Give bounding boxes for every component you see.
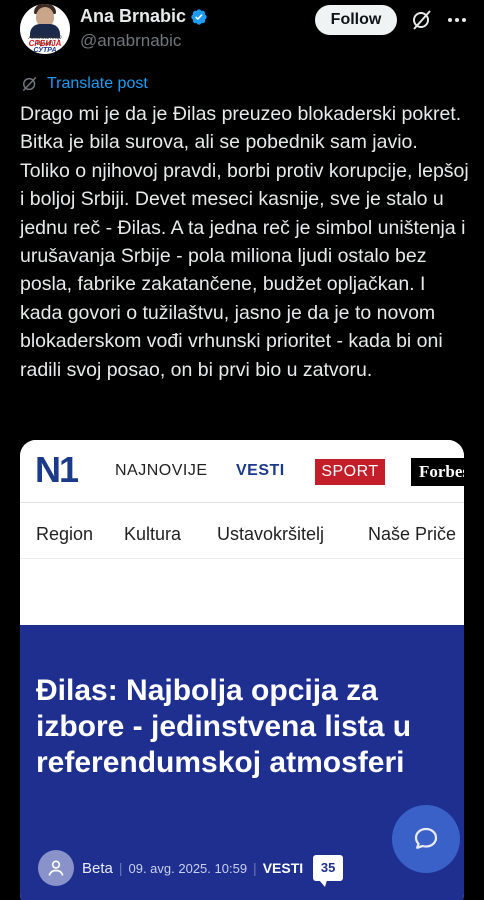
follow-button[interactable]: Follow: [315, 5, 397, 35]
article-date: 09. avg. 2025. 10:59: [128, 860, 248, 876]
divider: [20, 558, 464, 559]
nav-najnovije[interactable]: NAJNOVIJE: [115, 462, 208, 480]
grok-translate-icon: [22, 76, 37, 92]
translate-post-link[interactable]: Translate post: [20, 74, 148, 94]
nav-region[interactable]: Region: [36, 524, 93, 545]
grok-icon[interactable]: [410, 8, 434, 32]
avatar[interactable]: Александар Вучић СРБИЈА СУТРА: [20, 4, 70, 54]
user-handle[interactable]: @anabrnabic: [80, 31, 181, 51]
more-options-icon[interactable]: [445, 8, 469, 32]
nav-ustavokrsitelj[interactable]: Ustavokršitelj: [217, 524, 324, 545]
meta-separator: |: [253, 860, 257, 876]
nav-forbes[interactable]: Forbes: [411, 458, 464, 486]
comment-count-badge[interactable]: 35: [313, 855, 344, 887]
n1-logo[interactable]: N1: [35, 452, 79, 488]
nav-vesti[interactable]: VESTI: [236, 462, 285, 480]
meta-separator: |: [118, 860, 123, 876]
display-name[interactable]: Ana Brnabic: [80, 6, 186, 27]
chat-icon: [414, 827, 438, 849]
name-row: Ana Brnabic: [80, 6, 208, 27]
translate-post-label: Translate post: [47, 75, 148, 92]
divider: [20, 502, 464, 503]
post-header: Александар Вучић СРБИЈА СУТРА Ana Brnabi…: [0, 0, 484, 62]
nav-nase-price[interactable]: Naše Priče: [368, 524, 456, 545]
nav-sport[interactable]: SPORT: [315, 459, 385, 485]
article-headline[interactable]: Đilas: Najbolja opcija za izbore - jedin…: [36, 673, 456, 781]
n1-top-nav: N1 NAJNOVIJE VESTI SPORT Forbes: [20, 440, 464, 502]
post-text: Drago mi je da je Đilas preuzeo blokader…: [20, 103, 469, 381]
avatar-logo-line: СРБИЈА: [28, 39, 62, 48]
avatar-logo-line: СУТРА: [33, 47, 57, 54]
chat-bubble-button[interactable]: [392, 805, 460, 873]
author-avatar-icon: [38, 850, 74, 886]
article-meta: Beta | 09. avg. 2025. 10:59 | VESTI 35: [38, 850, 344, 887]
article-category[interactable]: VESTI: [263, 860, 303, 876]
verified-badge-icon: [191, 8, 207, 25]
article-author: Beta: [82, 859, 113, 877]
nav-kultura[interactable]: Kultura: [124, 524, 181, 545]
